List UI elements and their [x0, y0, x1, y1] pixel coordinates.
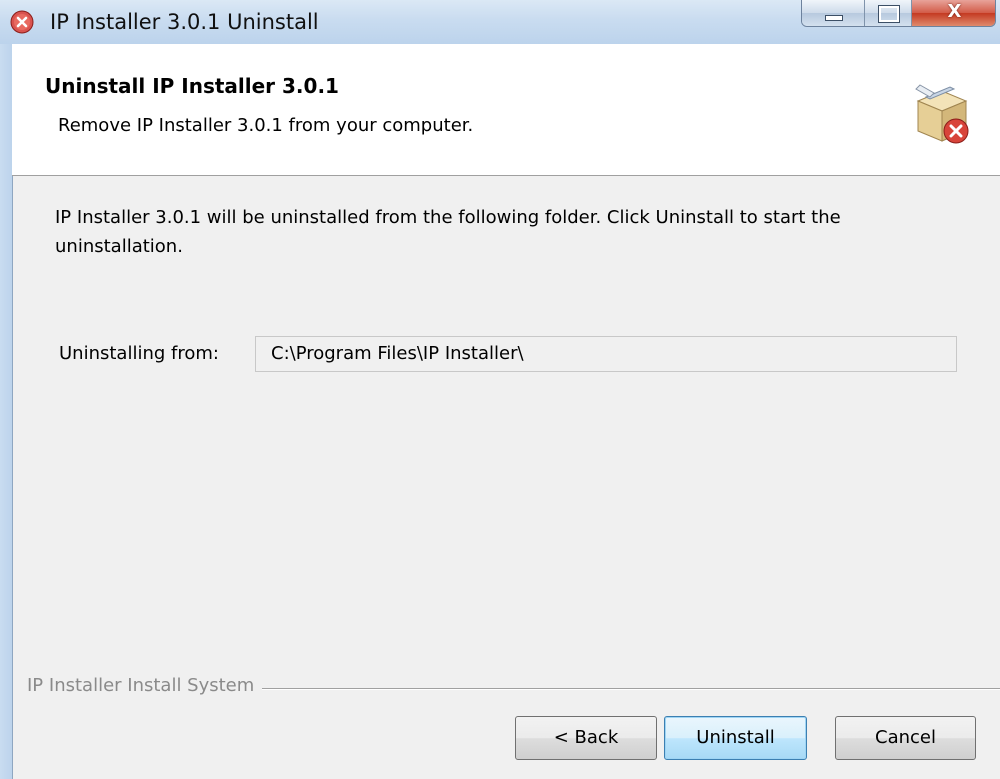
maximize-button[interactable] [865, 0, 912, 26]
uninstaller-app-icon [10, 10, 34, 34]
maximize-icon [878, 5, 900, 23]
back-button[interactable]: < Back [515, 716, 657, 760]
uninstall-box-icon [915, 84, 969, 144]
content-area: IP Installer 3.0.1 will be uninstalled f… [12, 176, 1000, 779]
minimize-button[interactable] [802, 0, 865, 26]
uninstall-dialog: IP Installer 3.0.1 Uninstall X Uninstall… [0, 0, 1000, 779]
uninstall-button[interactable]: Uninstall [664, 716, 807, 760]
page-subtitle: Remove IP Installer 3.0.1 from your comp… [58, 115, 474, 136]
uninstall-description: IP Installer 3.0.1 will be uninstalled f… [55, 207, 841, 257]
window-controls: X [801, 0, 996, 27]
uninstall-folder-field[interactable]: C:\Program Files\IP Installer\ [255, 336, 957, 372]
page-title: Uninstall IP Installer 3.0.1 [45, 74, 339, 98]
close-button[interactable]: X [912, 0, 995, 26]
installer-branding: IP Installer Install System [27, 675, 263, 696]
cancel-button[interactable]: Cancel [835, 716, 976, 760]
close-icon: X [947, 1, 962, 22]
uninstall-folder-label: Uninstalling from: [59, 343, 219, 364]
title-bar[interactable]: IP Installer 3.0.1 Uninstall X [0, 0, 1000, 45]
window-title: IP Installer 3.0.1 Uninstall [50, 10, 319, 34]
page-header: Uninstall IP Installer 3.0.1 Remove IP I… [12, 44, 1000, 176]
minimize-icon [825, 15, 843, 21]
